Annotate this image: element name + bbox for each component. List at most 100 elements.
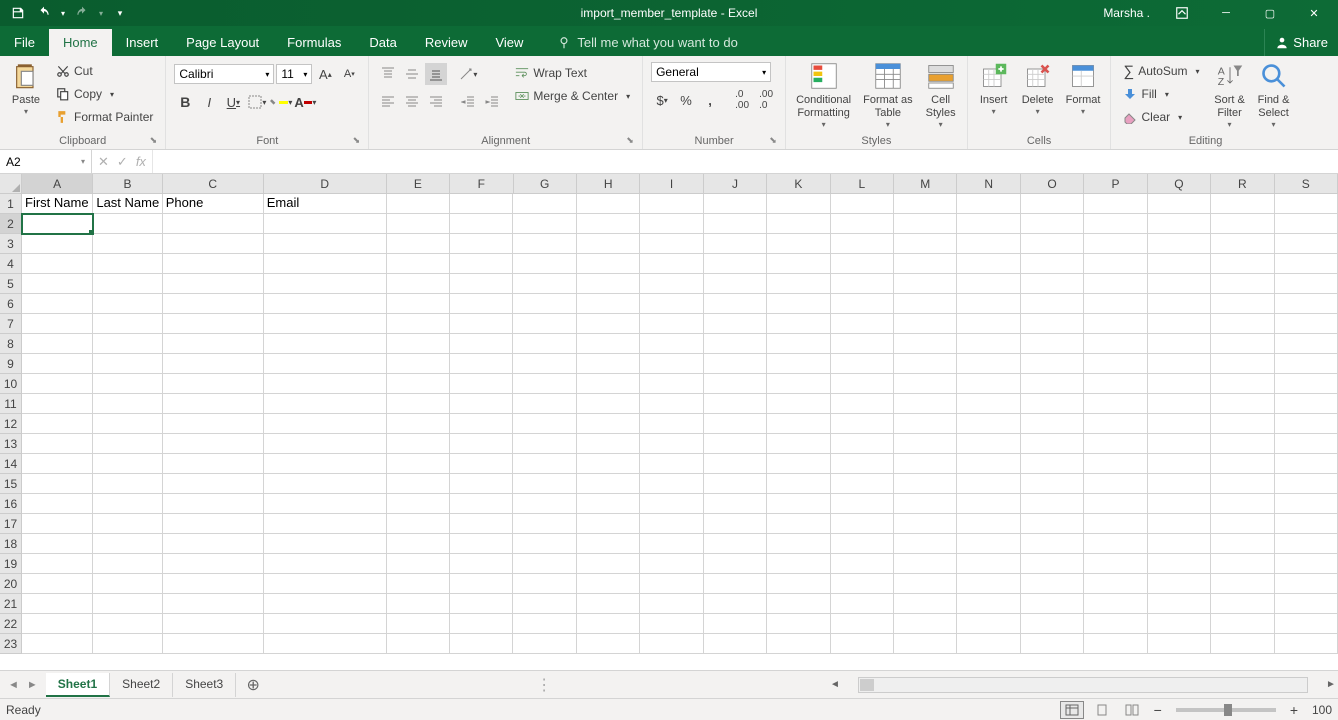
cell[interactable] xyxy=(513,394,576,414)
cell[interactable] xyxy=(1084,374,1147,394)
cell[interactable] xyxy=(1148,454,1211,474)
cell[interactable] xyxy=(1148,474,1211,494)
cell[interactable] xyxy=(1084,254,1147,274)
cell[interactable] xyxy=(1021,434,1084,454)
cell[interactable] xyxy=(894,214,957,234)
cell[interactable] xyxy=(577,614,640,634)
cell[interactable] xyxy=(577,234,640,254)
cell[interactable] xyxy=(22,334,93,354)
cell[interactable] xyxy=(1021,214,1084,234)
cell[interactable] xyxy=(704,554,767,574)
cell[interactable] xyxy=(163,234,264,254)
cell[interactable] xyxy=(387,434,450,454)
cell[interactable]: Email xyxy=(264,194,387,214)
cell[interactable] xyxy=(22,554,93,574)
cell[interactable] xyxy=(264,314,387,334)
sheet-tab[interactable]: Sheet2 xyxy=(110,673,173,697)
cell[interactable] xyxy=(1211,394,1274,414)
cell[interactable] xyxy=(163,214,264,234)
cell[interactable] xyxy=(831,594,894,614)
cell[interactable] xyxy=(1084,554,1147,574)
cell[interactable] xyxy=(264,534,387,554)
cell[interactable] xyxy=(704,254,767,274)
cell[interactable] xyxy=(450,554,513,574)
maximize-button[interactable]: ▢ xyxy=(1250,0,1290,26)
cell[interactable] xyxy=(577,414,640,434)
cell[interactable] xyxy=(1275,194,1338,214)
cell[interactable] xyxy=(1148,234,1211,254)
cell[interactable] xyxy=(387,534,450,554)
cell[interactable] xyxy=(1275,514,1338,534)
cell[interactable] xyxy=(704,454,767,474)
align-right-button[interactable] xyxy=(425,91,447,113)
cell[interactable] xyxy=(704,374,767,394)
cell[interactable] xyxy=(957,594,1020,614)
sheet-tab[interactable]: Sheet1 xyxy=(46,673,110,697)
row-header[interactable]: 2 xyxy=(0,214,22,234)
align-center-button[interactable] xyxy=(401,91,423,113)
cell[interactable] xyxy=(957,234,1020,254)
cell[interactable] xyxy=(450,614,513,634)
cell[interactable] xyxy=(163,594,264,614)
cell[interactable] xyxy=(577,534,640,554)
cell[interactable] xyxy=(163,334,264,354)
column-header[interactable]: R xyxy=(1211,174,1274,194)
cell[interactable] xyxy=(1211,594,1274,614)
cell[interactable] xyxy=(22,354,93,374)
cell[interactable] xyxy=(767,294,830,314)
font-dialog-launcher[interactable]: ⬊ xyxy=(350,135,362,147)
cell[interactable] xyxy=(264,594,387,614)
cell[interactable] xyxy=(513,594,576,614)
cell[interactable] xyxy=(1148,534,1211,554)
cell[interactable] xyxy=(640,194,703,214)
cell[interactable] xyxy=(704,354,767,374)
cell[interactable] xyxy=(22,634,93,654)
cell[interactable] xyxy=(894,434,957,454)
cell[interactable] xyxy=(450,634,513,654)
cell[interactable] xyxy=(513,314,576,334)
cell[interactable] xyxy=(264,454,387,474)
cell[interactable] xyxy=(264,474,387,494)
cell[interactable] xyxy=(767,434,830,454)
cell[interactable] xyxy=(1211,354,1274,374)
cell[interactable] xyxy=(957,554,1020,574)
wrap-text-button[interactable]: Wrap Text xyxy=(511,62,634,84)
row-header[interactable]: 14 xyxy=(0,454,22,474)
undo-dropdown[interactable]: ▾ xyxy=(58,3,68,23)
cell[interactable] xyxy=(767,414,830,434)
row-header[interactable]: 23 xyxy=(0,634,22,654)
column-header[interactable]: O xyxy=(1021,174,1084,194)
cell[interactable] xyxy=(1211,374,1274,394)
clear-button[interactable]: Clear▾ xyxy=(1119,106,1203,128)
undo-button[interactable] xyxy=(32,3,56,23)
font-size-combo[interactable]: 11▾ xyxy=(276,64,312,84)
cell[interactable] xyxy=(387,374,450,394)
cell[interactable] xyxy=(1211,234,1274,254)
page-layout-view-button[interactable] xyxy=(1090,701,1114,719)
tab-home[interactable]: Home xyxy=(49,29,112,56)
cell[interactable] xyxy=(640,494,703,514)
cell[interactable] xyxy=(704,314,767,334)
cell[interactable] xyxy=(387,354,450,374)
cell[interactable] xyxy=(1084,454,1147,474)
cell[interactable] xyxy=(1021,534,1084,554)
cell[interactable] xyxy=(1021,374,1084,394)
cell[interactable] xyxy=(387,414,450,434)
cell[interactable] xyxy=(450,394,513,414)
cell[interactable] xyxy=(93,214,162,234)
cell[interactable] xyxy=(163,314,264,334)
cell[interactable] xyxy=(1275,594,1338,614)
row-header[interactable]: 19 xyxy=(0,554,22,574)
column-header[interactable]: J xyxy=(704,174,767,194)
cell[interactable] xyxy=(163,294,264,314)
row-header[interactable]: 16 xyxy=(0,494,22,514)
cell[interactable] xyxy=(163,494,264,514)
cell[interactable] xyxy=(704,634,767,654)
new-sheet-button[interactable]: ⊕ xyxy=(240,672,266,698)
cell[interactable] xyxy=(831,214,894,234)
tab-formulas[interactable]: Formulas xyxy=(273,29,355,56)
cell[interactable] xyxy=(513,334,576,354)
cell[interactable] xyxy=(1021,474,1084,494)
cell[interactable] xyxy=(577,514,640,534)
cell[interactable] xyxy=(1084,294,1147,314)
